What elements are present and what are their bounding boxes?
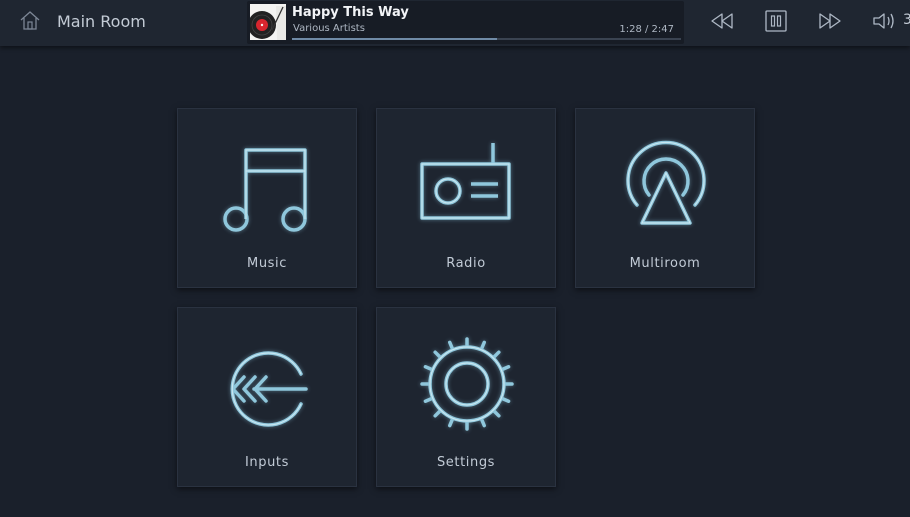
progress-bar[interactable] bbox=[292, 38, 681, 40]
gear-tooth bbox=[500, 396, 511, 403]
pause-button[interactable] bbox=[763, 9, 789, 33]
rewind-button[interactable] bbox=[709, 9, 735, 33]
tile-label-inputs: Inputs bbox=[244, 455, 290, 470]
tile-inputs[interactable]: Inputs bbox=[177, 307, 357, 487]
tile-multiroom[interactable]: Multiroom bbox=[575, 108, 755, 288]
volume-level: 3 bbox=[903, 12, 910, 28]
gear-tooth bbox=[423, 365, 434, 372]
tile-label-multiroom: Multiroom bbox=[629, 256, 701, 271]
gear-tooth bbox=[492, 409, 501, 418]
gear-tooth bbox=[479, 417, 486, 428]
tile-music[interactable]: Music bbox=[177, 108, 357, 288]
gear-tooth bbox=[500, 365, 511, 372]
fast-forward-button[interactable] bbox=[817, 9, 843, 33]
home-icon bbox=[20, 11, 40, 30]
music-note-icon bbox=[223, 148, 307, 232]
radio-icon bbox=[420, 143, 511, 220]
album-art bbox=[250, 4, 286, 40]
inputs-icon bbox=[230, 351, 308, 427]
tile-label-radio: Radio bbox=[446, 256, 486, 271]
tile-radio[interactable]: Radio bbox=[376, 108, 556, 288]
gear-tooth bbox=[448, 417, 455, 428]
tile-settings[interactable]: Settings bbox=[376, 307, 556, 487]
gear-tooth bbox=[423, 396, 434, 403]
track-time: 1:28 / 2:47 bbox=[619, 24, 674, 35]
volume-icon bbox=[873, 13, 894, 29]
home-button[interactable] bbox=[19, 9, 41, 31]
tile-label-music: Music bbox=[247, 256, 287, 271]
track-artist: Various Artists bbox=[293, 23, 365, 34]
gear-icon bbox=[420, 337, 514, 431]
rewind-icon bbox=[711, 13, 733, 29]
multiroom-icon bbox=[626, 140, 706, 225]
top-bar: Main Room Happy This Way Various Artists… bbox=[0, 0, 910, 46]
tile-label-settings: Settings bbox=[436, 455, 496, 470]
gear-tooth bbox=[492, 350, 501, 359]
fast-forward-icon bbox=[819, 13, 841, 29]
gear-tooth bbox=[433, 350, 442, 359]
gear-tooth bbox=[448, 340, 455, 351]
volume-button[interactable] bbox=[871, 9, 901, 33]
gear-tooth bbox=[433, 409, 442, 418]
track-title: Happy This Way bbox=[292, 5, 409, 20]
now-playing-panel[interactable]: Happy This Way Various Artists 1:28 / 2:… bbox=[247, 1, 684, 44]
pause-icon bbox=[765, 10, 787, 32]
room-title: Main Room bbox=[57, 12, 146, 31]
progress-fill bbox=[292, 38, 497, 40]
gear-tooth bbox=[479, 340, 486, 351]
